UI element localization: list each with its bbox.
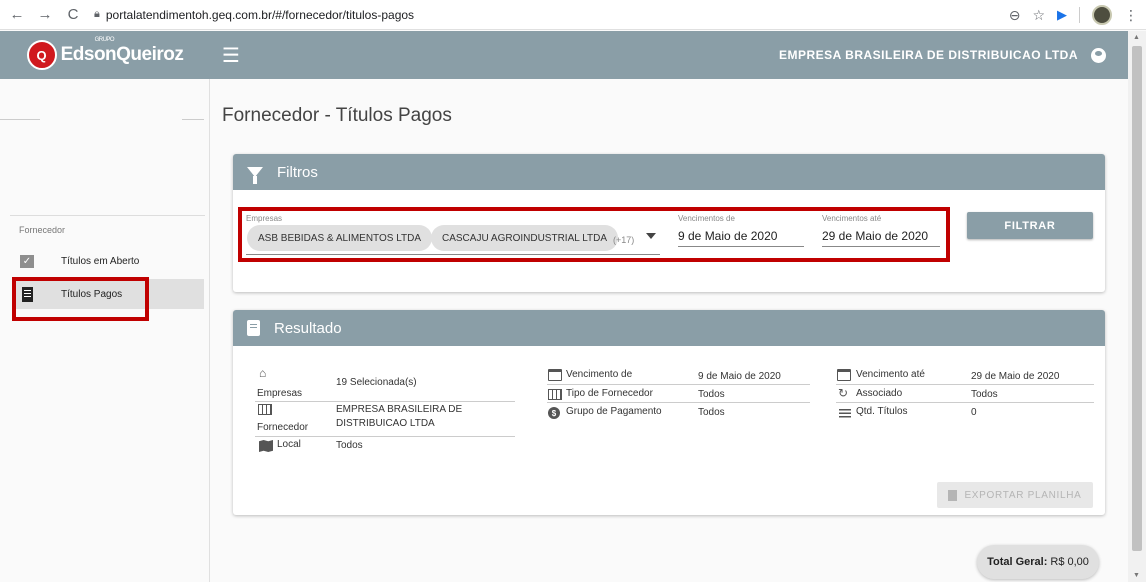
list-icon [839, 409, 851, 418]
fornecedor-value-line1: EMPRESA BRASILEIRA DE [336, 404, 463, 415]
profile-avatar[interactable] [1092, 5, 1112, 25]
logo[interactable]: Q GRUPO EdsonQueiroz [0, 31, 210, 79]
qtd-label: Qtd. Títulos [856, 406, 908, 417]
dollar-icon: $ [548, 407, 560, 419]
filters-card-header: Filtros [233, 154, 1105, 190]
row-divider [547, 402, 810, 403]
sidebar-item-label: Títulos em Aberto [61, 255, 140, 267]
venc-de-result-value: 9 de Maio de 2020 [698, 371, 781, 382]
back-icon[interactable]: ← [6, 6, 28, 23]
browser-menu-icon[interactable]: ⋮ [1124, 7, 1138, 24]
scroll-thumb[interactable] [1132, 46, 1142, 551]
total-label: Total Geral: [987, 556, 1048, 568]
check-box-icon: ✓ [19, 253, 35, 269]
tipo-value: Todos [698, 389, 725, 400]
tipo-label: Tipo de Fornecedor [566, 388, 653, 399]
qtd-value: 0 [971, 407, 977, 418]
zoom-icon[interactable]: ⊖ [1009, 7, 1021, 24]
associado-value: Todos [971, 389, 998, 400]
book-icon [247, 320, 260, 336]
row-divider [255, 436, 515, 437]
app-header: ☰ EMPRESA BRASILEIRA DE DISTRIBUICAO LTD… [210, 31, 1128, 79]
calendar-icon [837, 369, 851, 381]
grupo-value: Todos [698, 407, 725, 418]
total-badge: Total Geral: R$ 0,00 [977, 545, 1099, 579]
sidebar-section-label: Fornecedor [19, 225, 66, 235]
results-title: Resultado [274, 319, 342, 337]
row-divider [255, 401, 515, 402]
results-card-header: Resultado [233, 310, 1105, 346]
venc-de-result-label: Vencimento de [566, 369, 633, 380]
star-icon[interactable]: ☆ [1032, 7, 1045, 24]
logo-wordmark: EdsonQueiroz [60, 44, 184, 65]
company-name: EMPRESA BRASILEIRA DE DISTRIBUICAO LTDA [778, 48, 1078, 62]
menu-icon[interactable]: ☰ [222, 43, 240, 68]
logo-text: GRUPO EdsonQueiroz [60, 37, 184, 66]
filter-icon [247, 167, 263, 184]
row-divider [836, 384, 1094, 385]
venc-ate-result-label: Vencimento até [856, 369, 925, 380]
total-value: R$ 0,00 [1050, 556, 1089, 568]
sidebar: Fornecedor ✓ Títulos em Aberto Títulos P… [0, 79, 210, 582]
building-icon [548, 389, 562, 400]
scroll-up-icon[interactable]: ▲ [1133, 34, 1140, 41]
user-account-icon[interactable] [1091, 47, 1106, 63]
fornecedor-value-line2: DISTRIBUICAO LTDA [336, 418, 435, 429]
logo-mark-icon: Q [26, 40, 57, 70]
export-button[interactable]: EXPORTAR PLANILHA [937, 482, 1093, 508]
row-divider [836, 402, 1094, 403]
associado-label: Associado [856, 388, 903, 399]
row-divider [547, 384, 810, 385]
home-icon: ⌂ [259, 366, 267, 380]
calendar-icon [548, 369, 562, 381]
sync-icon: ↻ [838, 386, 849, 400]
empresas-value: 19 Selecionada(s) [336, 377, 417, 388]
highlight-box-sidebar [12, 277, 149, 321]
spreadsheet-icon [948, 489, 958, 501]
logo-sup-text: GRUPO [94, 37, 115, 43]
extension-play-icon[interactable]: ▶ [1057, 7, 1067, 23]
building-icon [258, 404, 272, 415]
sidebar-divider [10, 215, 205, 216]
fornecedor-label: Fornecedor [257, 422, 309, 433]
sidebar-divider-left [0, 119, 40, 120]
grupo-label: Grupo de Pagamento [566, 406, 662, 417]
page-scrollbar[interactable]: ▲ ▼ [1128, 31, 1146, 582]
scroll-down-icon[interactable]: ▼ [1133, 572, 1140, 579]
url-text[interactable]: portalatendimentoh.geq.com.br/#/forneced… [106, 8, 414, 22]
address-bar[interactable]: 🔒︎ portalatendimentoh.geq.com.br/#/forne… [94, 3, 414, 27]
export-button-label: EXPORTAR PLANILHA [964, 489, 1082, 501]
highlight-box-filters [238, 207, 950, 262]
sidebar-divider-right [182, 119, 204, 120]
venc-ate-result-value: 29 de Maio de 2020 [971, 371, 1060, 382]
local-value: Todos [336, 440, 363, 451]
filtrar-button[interactable]: FILTRAR [967, 212, 1093, 239]
local-label: Local [277, 439, 301, 450]
empresas-label: Empresas [257, 388, 303, 399]
page-title: Fornecedor - Títulos Pagos [222, 105, 452, 126]
toolbar-separator [1079, 7, 1080, 23]
lock-icon: 🔒︎ [94, 8, 100, 20]
browser-toolbar: ← → C 🔒︎ portalatendimentoh.geq.com.br/#… [0, 0, 1146, 30]
map-icon [259, 440, 273, 452]
forward-icon[interactable]: → [34, 6, 56, 23]
sidebar-item-titulos-em-aberto[interactable]: ✓ Títulos em Aberto [12, 246, 204, 276]
reload-icon[interactable]: C [62, 6, 84, 23]
filters-title: Filtros [277, 163, 318, 181]
